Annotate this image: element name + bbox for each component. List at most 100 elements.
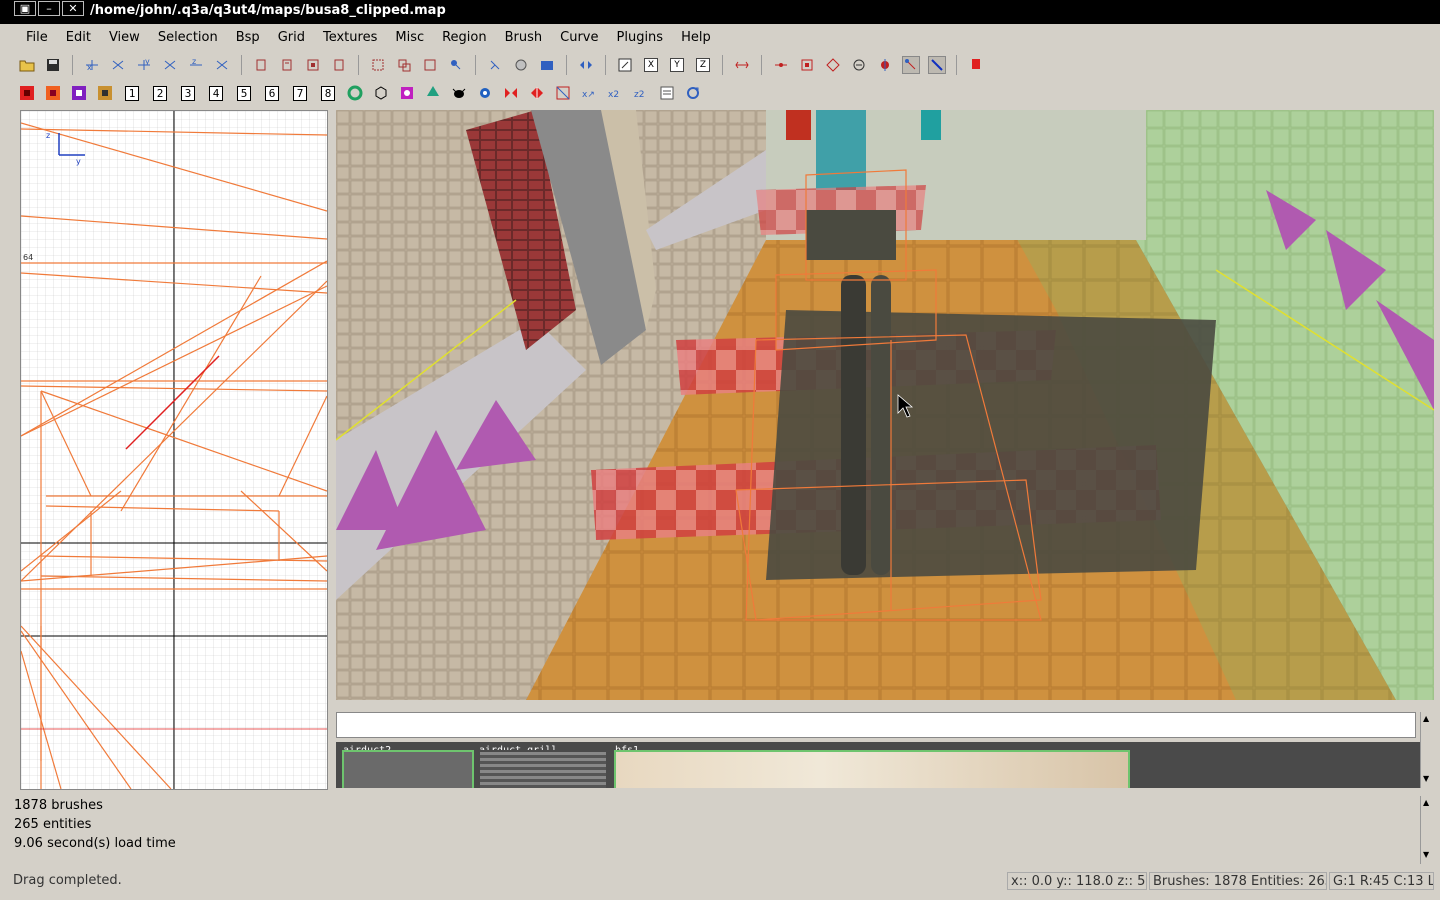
menu-brush[interactable]: Brush	[493, 30, 549, 45]
grid-2-button[interactable]: 2	[153, 85, 167, 101]
flip-z-icon[interactable]: z	[187, 56, 205, 74]
svg-text:x: x	[87, 63, 92, 72]
arbitrary-rotation-icon[interactable]	[616, 56, 634, 74]
scroll-up-icon[interactable]: ▲	[1423, 714, 1429, 723]
grid-7-button[interactable]: 7	[293, 85, 307, 101]
menu-file[interactable]: File	[14, 30, 54, 45]
console-scrollbar[interactable]: ▲ ▼	[1420, 796, 1434, 864]
redisperse-icon[interactable]	[967, 56, 985, 74]
red-brush-icon[interactable]	[18, 84, 36, 102]
axis-y-label: y	[76, 157, 81, 166]
csg-merge-icon[interactable]	[278, 56, 296, 74]
select-touching-icon[interactable]	[395, 56, 413, 74]
patch-icon[interactable]	[772, 56, 790, 74]
select-partial-tall-icon[interactable]	[447, 56, 465, 74]
make-room-icon[interactable]	[330, 56, 348, 74]
tan-brush-icon[interactable]	[96, 84, 114, 102]
menu-plugins[interactable]: Plugins	[605, 30, 670, 45]
patch-drill-icon[interactable]	[876, 56, 894, 74]
patch-bend-icon[interactable]	[798, 56, 816, 74]
x-axis-button[interactable]: X	[644, 58, 658, 72]
hollow-icon[interactable]	[304, 56, 322, 74]
console-line: 9.06 second(s) load time	[14, 836, 176, 851]
patch-weld-icon[interactable]	[850, 56, 868, 74]
patch-insert-icon[interactable]	[824, 56, 842, 74]
menu-grid[interactable]: Grid	[266, 30, 311, 45]
orange-brush-icon[interactable]	[44, 84, 62, 102]
texture-tile-bfs1[interactable]	[614, 750, 1130, 788]
scale-icon[interactable]	[733, 56, 751, 74]
mirror-red-icon[interactable]	[502, 84, 520, 102]
diamond-red-icon[interactable]	[528, 84, 546, 102]
rotate-x-icon[interactable]	[109, 56, 127, 74]
svg-text:x↗: x↗	[582, 90, 595, 100]
view-splitter[interactable]	[328, 110, 334, 788]
menu-curve[interactable]: Curve	[548, 30, 604, 45]
menu-view[interactable]: View	[97, 30, 146, 45]
csg-subtract-icon[interactable]	[252, 56, 270, 74]
flip-y-icon[interactable]: y	[135, 56, 153, 74]
purple-brush-icon[interactable]	[70, 84, 88, 102]
texture-tile-airduct-grill[interactable]	[478, 750, 608, 788]
grid-1-button[interactable]: 1	[125, 85, 139, 101]
menu-misc[interactable]: Misc	[383, 30, 430, 45]
menu-textures[interactable]: Textures	[311, 30, 383, 45]
menu-help[interactable]: Help	[669, 30, 717, 45]
window-controls: ▣ – ✕	[14, 1, 86, 17]
z-axis-button[interactable]: Z	[696, 58, 710, 72]
save-icon[interactable]	[44, 56, 62, 74]
grid-5-button[interactable]: 5	[237, 85, 251, 101]
window-title: /home/john/.q3a/q3ut4/maps/busa8_clipped…	[90, 3, 446, 18]
y-axis-button[interactable]: Y	[670, 58, 684, 72]
camera-view-3d[interactable]	[336, 110, 1434, 700]
plugin-toolbar: 1 2 3 4 5 6 7 8 x↗ x2 z2	[14, 80, 1434, 106]
restore-button[interactable]: ▣	[14, 1, 36, 16]
open-icon[interactable]	[18, 56, 36, 74]
flip-x-icon[interactable]: x	[83, 56, 101, 74]
scroll-down-icon[interactable]: ▼	[1423, 774, 1429, 783]
ortho-view-yz[interactable]: z y 64	[20, 110, 328, 790]
svg-text:z2: z2	[634, 90, 644, 100]
refresh-icon[interactable]	[684, 84, 702, 102]
main-toolbar: x y z X Y Z	[14, 52, 1434, 78]
svg-text:x2: x2	[608, 90, 619, 100]
menu-selection[interactable]: Selection	[146, 30, 224, 45]
menu-bsp[interactable]: Bsp	[224, 30, 266, 45]
grid-6-button[interactable]: 6	[265, 85, 279, 101]
grid-3-button[interactable]: 3	[181, 85, 195, 101]
close-button[interactable]: ✕	[62, 1, 84, 16]
svg-text:y: y	[145, 58, 150, 66]
status-counts: Brushes: 1878 Entities: 265	[1149, 872, 1327, 890]
texture-scrollbar[interactable]: ▲ ▼	[1420, 712, 1434, 788]
menu-edit[interactable]: Edit	[54, 30, 97, 45]
blue-gear-icon[interactable]	[476, 84, 494, 102]
texture-filter-input[interactable]	[336, 712, 1416, 738]
scroll-down-icon[interactable]: ▼	[1423, 850, 1429, 859]
bug-icon[interactable]	[450, 84, 468, 102]
camera-icon[interactable]	[538, 56, 556, 74]
clipper-icon[interactable]	[486, 56, 504, 74]
menu-region[interactable]: Region	[430, 30, 493, 45]
grid-4-button[interactable]: 4	[209, 85, 223, 101]
show-entities-icon[interactable]	[902, 56, 920, 74]
dont-select-curve-icon[interactable]	[928, 56, 946, 74]
rainbow-icon[interactable]	[346, 84, 364, 102]
xyz-tool-2-icon[interactable]: x2	[606, 84, 624, 102]
tree-icon[interactable]	[424, 84, 442, 102]
xyz-tool-1-icon[interactable]: x↗	[580, 84, 598, 102]
notepad-icon[interactable]	[658, 84, 676, 102]
change-view-icon[interactable]	[577, 56, 595, 74]
grid-8-button[interactable]: 8	[321, 85, 335, 101]
xyz-tool-3-icon[interactable]: z2	[632, 84, 650, 102]
texture-tile-airduct2[interactable]	[342, 750, 474, 788]
texture-lock-icon[interactable]	[512, 56, 530, 74]
scroll-up-icon[interactable]: ▲	[1423, 798, 1429, 807]
hexagon-icon[interactable]	[372, 84, 390, 102]
select-inside-icon[interactable]	[369, 56, 387, 74]
rotate-z-icon[interactable]	[213, 56, 231, 74]
rotate-y-icon[interactable]	[161, 56, 179, 74]
minimize-button[interactable]: –	[38, 1, 60, 16]
square-cross-icon[interactable]	[554, 84, 572, 102]
magenta-square-icon[interactable]	[398, 84, 416, 102]
select-complete-tall-icon[interactable]	[421, 56, 439, 74]
